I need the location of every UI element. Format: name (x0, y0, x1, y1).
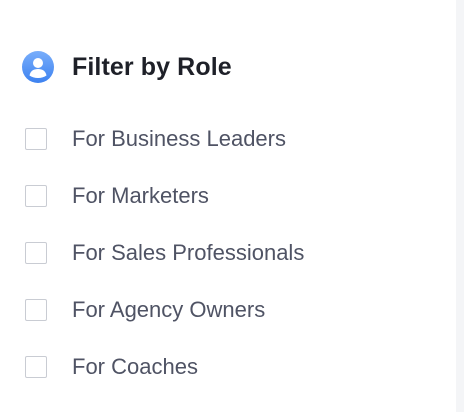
user-circle-icon (22, 51, 54, 83)
role-option-label: For Business Leaders (72, 125, 286, 151)
filter-title: Filter by Role (72, 52, 232, 81)
role-option-marketers[interactable]: For Marketers (25, 167, 304, 224)
filter-header: Filter by Role (22, 50, 232, 84)
role-option-label: For Sales Professionals (72, 239, 305, 265)
checkbox[interactable] (25, 184, 47, 207)
role-option-coaches[interactable]: For Coaches (25, 338, 304, 395)
checkbox[interactable] (25, 241, 47, 264)
checkbox[interactable] (25, 355, 47, 378)
role-option-agency-owners[interactable]: For Agency Owners (25, 281, 304, 338)
checkbox[interactable] (25, 127, 47, 150)
role-option-label: For Coaches (72, 353, 198, 379)
filter-panel: Filter by Role For Business Leaders For … (0, 0, 464, 412)
role-option-label: For Marketers (72, 182, 209, 208)
role-options-list: For Business Leaders For Marketers For S… (25, 110, 304, 395)
role-option-business-leaders[interactable]: For Business Leaders (25, 110, 304, 167)
role-option-sales-professionals[interactable]: For Sales Professionals (25, 224, 304, 281)
panel-edge (456, 0, 464, 412)
checkbox[interactable] (25, 298, 47, 321)
role-option-label: For Agency Owners (72, 296, 266, 322)
